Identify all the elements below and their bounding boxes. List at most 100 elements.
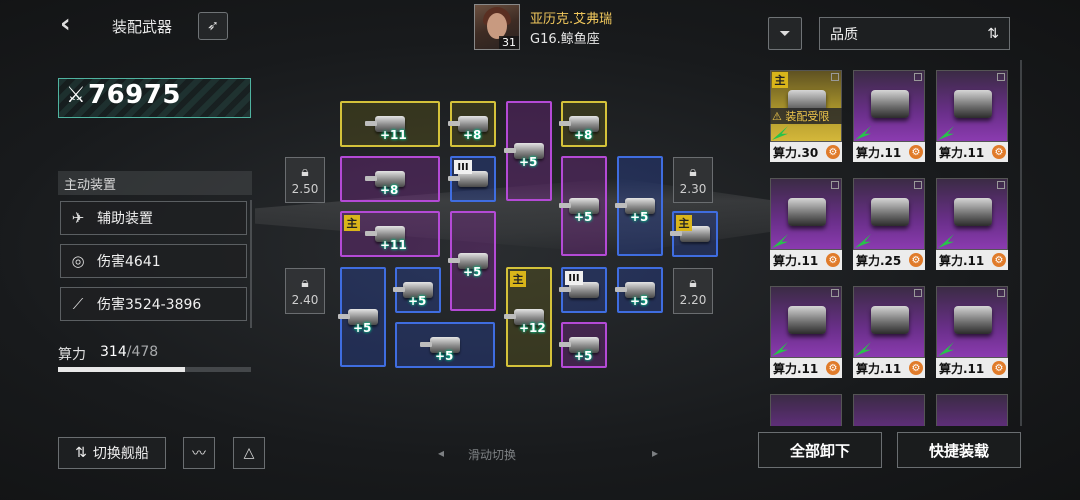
weapon-level: +5	[630, 294, 649, 308]
compute-progress-fill	[58, 367, 185, 372]
rocket-button[interactable]: ➶	[198, 12, 228, 40]
turret-icon	[954, 306, 992, 334]
select-box	[914, 73, 922, 81]
equipment-card[interactable]: 算力.11 ⚙	[936, 286, 1008, 378]
weapon-level: +5	[353, 321, 372, 335]
weapon-slot[interactable]: III	[559, 267, 607, 313]
weapon-level: +5	[574, 210, 593, 224]
equipment-image	[770, 394, 842, 426]
panel-divider	[250, 200, 252, 328]
weapon-slot[interactable]: +8	[559, 101, 607, 147]
compute-current: 314	[100, 344, 127, 360]
lock-value: 2.50	[291, 182, 319, 196]
device-row-label: 伤害3524-3896	[97, 297, 202, 313]
swap-icon: ⇅	[75, 445, 87, 461]
equipment-card[interactable]: 算力.25 ⚙	[853, 178, 925, 270]
locked-slot[interactable]: 🔒︎ 2.20	[673, 268, 713, 314]
weapon-level: +5	[408, 294, 427, 308]
equipment-card[interactable]: 算力.11 ⚙	[770, 286, 842, 378]
gear-icon: ⚙	[909, 253, 923, 267]
weapon-slot[interactable]: III	[448, 156, 496, 202]
weapon-level: +5	[463, 265, 482, 279]
weapon-level: +8	[463, 128, 482, 142]
restricted-label: 装配受限	[785, 110, 830, 123]
weapon-level: +8	[574, 128, 593, 142]
equipment-card[interactable]	[770, 394, 842, 426]
select-box	[831, 73, 839, 81]
switch-ship-button[interactable]: ⇅ 切换舰船	[58, 437, 166, 469]
tier-badge: III	[565, 271, 583, 285]
weapon-slot[interactable]: +5	[395, 322, 495, 368]
equipment-image	[936, 394, 1008, 426]
quality-sort-select[interactable]: 品质 ⇅	[819, 17, 1010, 50]
lock-icon: 🔒︎	[689, 275, 697, 291]
swipe-left-icon: ◂	[438, 446, 445, 460]
weapon-slot[interactable]: +12 主	[504, 267, 552, 367]
device-row-label: 伤害4641	[97, 254, 161, 270]
compute-progress-bar	[58, 367, 251, 372]
weapon-slot[interactable]: +5	[338, 267, 386, 367]
switch-ship-label: 切换舰船	[92, 446, 149, 462]
back-button[interactable]: ‹	[60, 11, 84, 38]
filter-icon: ⏷	[779, 25, 791, 42]
select-box	[914, 181, 922, 189]
weapon-level: +5	[519, 155, 538, 169]
equipment-card[interactable]	[853, 394, 925, 426]
turret-icon	[871, 90, 909, 118]
triangle-button[interactable]: △	[233, 437, 265, 469]
main-tag: 主	[676, 215, 692, 231]
turret-icon	[788, 198, 826, 226]
pilot-avatar[interactable]: 31	[474, 4, 520, 50]
sort-icon: ⇅	[987, 25, 999, 42]
weapon-slot[interactable]: +5	[448, 211, 496, 311]
lock-icon: 🔒︎	[301, 275, 309, 291]
gear-icon: ⚙	[909, 145, 923, 159]
locked-slot[interactable]: 🔒︎ 2.50	[285, 157, 325, 203]
turret-icon	[871, 306, 909, 334]
device-row-support[interactable]: ✈ 辅助装置	[60, 201, 247, 235]
filter-button[interactable]: ⏷	[768, 17, 802, 50]
equipment-card[interactable]: 算力.11 ⚙	[770, 178, 842, 270]
weapon-slot[interactable]: +5	[504, 101, 552, 201]
main-tag: 主	[772, 72, 788, 88]
gear-icon: ⚙	[826, 253, 840, 267]
weapon-slot[interactable]: +8	[340, 156, 440, 202]
weapon-slot[interactable]: +5	[393, 267, 441, 313]
equipment-card[interactable]: 算力.11 ⚙	[853, 70, 925, 162]
claw-icon: ⟋	[72, 295, 84, 313]
gear-icon: ⚙	[992, 145, 1006, 159]
weapon-level: +5	[630, 210, 649, 224]
equipment-card[interactable]: 算力.11 ⚙	[936, 178, 1008, 270]
restricted-badge: ⚠ 装配受限	[770, 108, 842, 124]
weapon-slot[interactable]: 主	[670, 211, 718, 257]
locked-slot[interactable]: 🔒︎ 2.40	[285, 268, 325, 314]
locked-slot[interactable]: 🔒︎ 2.30	[673, 157, 713, 203]
quick-equip-button[interactable]: 快捷装载	[897, 432, 1021, 468]
equipment-card[interactable]	[936, 394, 1008, 426]
equipment-card[interactable]: 算力.11 ⚙	[936, 70, 1008, 162]
weapon-slot[interactable]: +5	[615, 156, 663, 256]
weapon-slot[interactable]: +11	[340, 101, 440, 147]
device-row-damage-range[interactable]: ⟋ 伤害3524-3896	[60, 287, 247, 321]
weapon-slot[interactable]: +11 主	[340, 211, 440, 257]
weapon-level: +12	[519, 321, 546, 335]
equipment-card[interactable]: 算力.30 ⚙ 主 ⚠ 装配受限	[770, 70, 842, 162]
compute-label: 算力	[58, 347, 86, 363]
equipment-list[interactable]: 算力.30 ⚙ 主 ⚠ 装配受限 算力.11 ⚙ 算力.11 ⚙ 算力.11 ⚙ 算力.25 ⚙ 算力.…	[760, 60, 1022, 426]
fighter-icon: ✈	[71, 209, 85, 227]
wave-button[interactable]: 〰	[183, 437, 215, 469]
lock-icon: 🔒︎	[301, 164, 309, 180]
rocket-icon: ➶	[207, 18, 219, 34]
gear-icon: ⚙	[992, 361, 1006, 375]
weapon-slot[interactable]: +5	[559, 322, 607, 368]
weapon-slot[interactable]: +8	[448, 101, 496, 147]
device-row-damage[interactable]: ◎ 伤害4641	[60, 244, 247, 278]
warning-icon: ⚠	[772, 109, 782, 123]
triangle-icon: △	[243, 445, 255, 461]
select-box	[997, 181, 1005, 189]
equipment-card[interactable]: 算力.11 ⚙	[853, 286, 925, 378]
select-box	[831, 181, 839, 189]
weapon-slot[interactable]: +5	[559, 156, 607, 256]
weapon-slot[interactable]: +5	[615, 267, 663, 313]
unequip-all-button[interactable]: 全部卸下	[758, 432, 882, 468]
